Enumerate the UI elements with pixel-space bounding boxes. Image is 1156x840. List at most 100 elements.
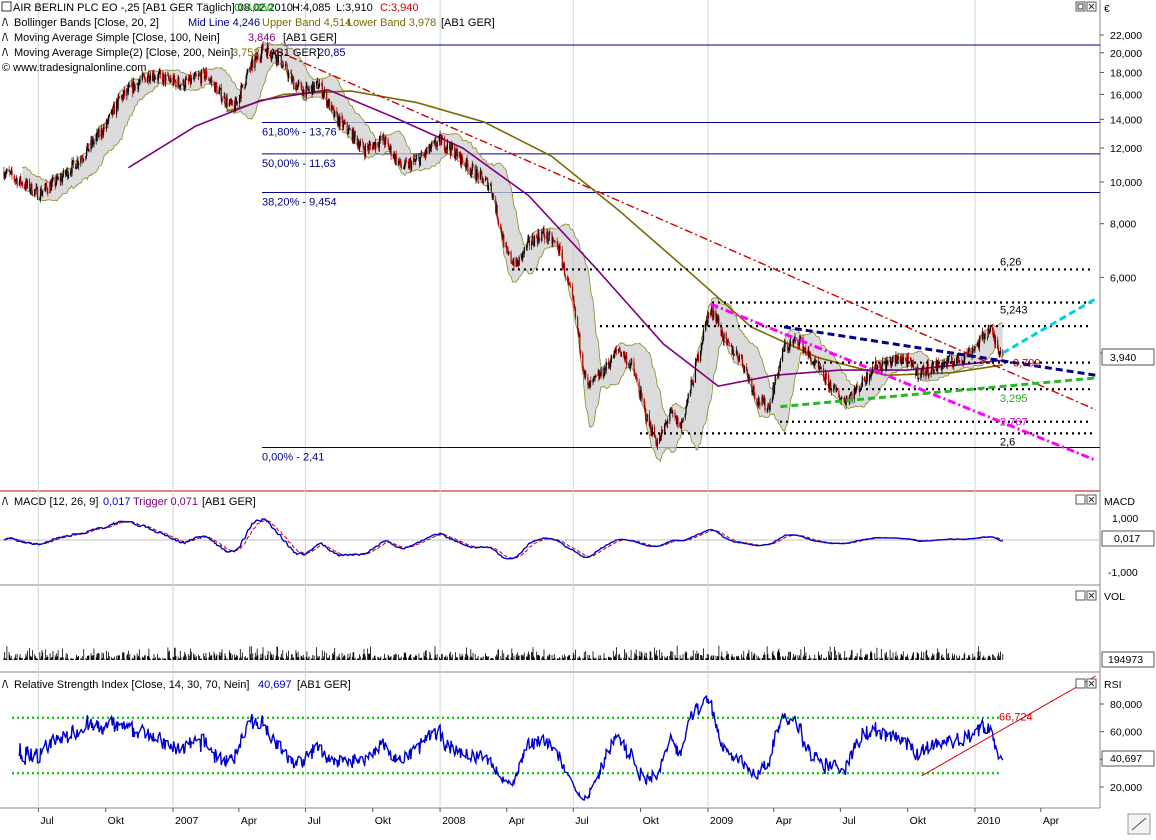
candle-body — [26, 180, 28, 186]
candle-body — [436, 141, 438, 147]
candle-body — [877, 365, 879, 369]
candle-body — [692, 382, 694, 386]
candle-body — [544, 235, 546, 240]
candle-body — [595, 375, 597, 377]
candle-body — [708, 312, 710, 316]
macd-tick-bottom: -1,000 — [1108, 567, 1138, 579]
rsi-icon: /\ — [2, 679, 9, 691]
candle-body — [298, 82, 300, 84]
legend-checkbox-icon[interactable] — [1, 1, 12, 12]
candle-body — [487, 185, 489, 190]
candle-body — [753, 386, 755, 393]
candle-body — [871, 367, 874, 373]
candle-body — [773, 384, 776, 394]
bollinger-upper: Upper Band 4,514 — [262, 17, 351, 29]
price-tick-label: 20,000 — [1110, 48, 1142, 60]
price-tick-label: 12,000 — [1110, 143, 1142, 155]
candle-body — [477, 172, 479, 180]
candle-body — [713, 310, 715, 318]
candle-body — [672, 412, 674, 414]
candle-body — [344, 122, 346, 124]
macd-badge-value: 0,017 — [1114, 533, 1140, 545]
vol-axis-label: VOL — [1104, 591, 1125, 603]
ma200-label: Moving Average Simple(2) [Close, 200, Ne… — [14, 47, 233, 59]
price-tick-label: 22,000 — [1110, 30, 1142, 42]
candle-body — [496, 205, 498, 219]
candle-body — [615, 349, 618, 351]
candle-body — [31, 194, 34, 196]
rsi-maximize-icon[interactable] — [1075, 678, 1086, 689]
candle-body — [743, 366, 746, 372]
fib-label-0: 0,00% - 2,41 — [262, 452, 324, 464]
candle-body — [303, 89, 305, 98]
candle-body — [11, 170, 13, 176]
candle-body — [72, 160, 75, 164]
candle-body — [631, 360, 633, 363]
time-tick-label: 2007 — [175, 815, 199, 827]
candle-body — [984, 333, 986, 338]
candle-body — [1000, 351, 1002, 353]
candle-body — [815, 360, 817, 363]
candle-body — [841, 398, 843, 399]
candle-body — [438, 135, 440, 142]
candle-body — [37, 187, 39, 200]
candle-body — [410, 162, 413, 170]
price-tick-label: 14,000 — [1110, 114, 1142, 126]
candle-body — [518, 257, 520, 266]
candle-body — [938, 364, 940, 366]
vol-maximize-icon[interactable] — [1075, 590, 1086, 601]
candle-body — [866, 372, 869, 382]
candle-body — [636, 377, 638, 382]
candle-body — [457, 152, 459, 158]
candle-body — [472, 164, 474, 167]
candle-body — [723, 333, 725, 342]
candle-body — [124, 89, 126, 96]
candle-body — [318, 83, 320, 88]
candle-body — [431, 143, 433, 145]
candle-body — [216, 85, 218, 94]
candle-body — [354, 131, 356, 137]
candle-body — [231, 100, 233, 106]
macd-maximize-icon[interactable] — [1075, 494, 1086, 505]
candle-body — [419, 157, 421, 166]
candle-body — [318, 87, 320, 89]
macd-label: MACD [12, 26, 9] — [14, 496, 98, 508]
candle-body — [646, 414, 648, 422]
candle-body — [42, 190, 44, 193]
ma200-tail: [AB1 GER] — [266, 47, 320, 59]
candle-body — [577, 317, 579, 329]
fib-label-618: 61,80% - 13,76 — [262, 127, 337, 139]
candle-body — [931, 365, 933, 372]
candle-body — [368, 144, 370, 150]
candle-body — [226, 97, 228, 107]
candle-body — [953, 361, 956, 364]
candle-body — [462, 160, 464, 164]
candle-body — [390, 146, 392, 157]
level-label-5243: 5,243 — [1000, 305, 1028, 317]
candle-body — [559, 246, 561, 250]
time-tick-label: Okt — [910, 815, 926, 827]
rsi-legend: /\ Relative Strength Index [Close, 14, 3… — [2, 679, 351, 691]
scroll-handle[interactable] — [1127, 813, 1151, 835]
candle-body — [846, 397, 848, 399]
bollinger-label: Bollinger Bands [Close, 20, 2] — [14, 17, 159, 29]
time-tick-label: 2010 — [977, 815, 1001, 827]
candle-body — [103, 127, 105, 129]
candle-body — [825, 373, 828, 376]
candle-body — [139, 79, 141, 82]
candle-body — [554, 240, 556, 242]
candle-body — [185, 78, 187, 80]
ma100-tail: [AB1 GER] — [283, 32, 337, 44]
maximize-icon[interactable] — [1075, 1, 1086, 12]
rsi-tick-label: 60,000 — [1110, 727, 1142, 739]
candle-body — [626, 355, 628, 366]
candle-body — [426, 150, 428, 154]
candle-body — [288, 72, 290, 78]
time-tick-label: Okt — [108, 815, 124, 827]
candle-body — [902, 357, 904, 361]
candle-body — [492, 193, 495, 200]
candle-body — [718, 318, 720, 326]
candle-body — [247, 69, 249, 74]
candle-body — [57, 177, 59, 180]
candle-body — [78, 163, 80, 166]
